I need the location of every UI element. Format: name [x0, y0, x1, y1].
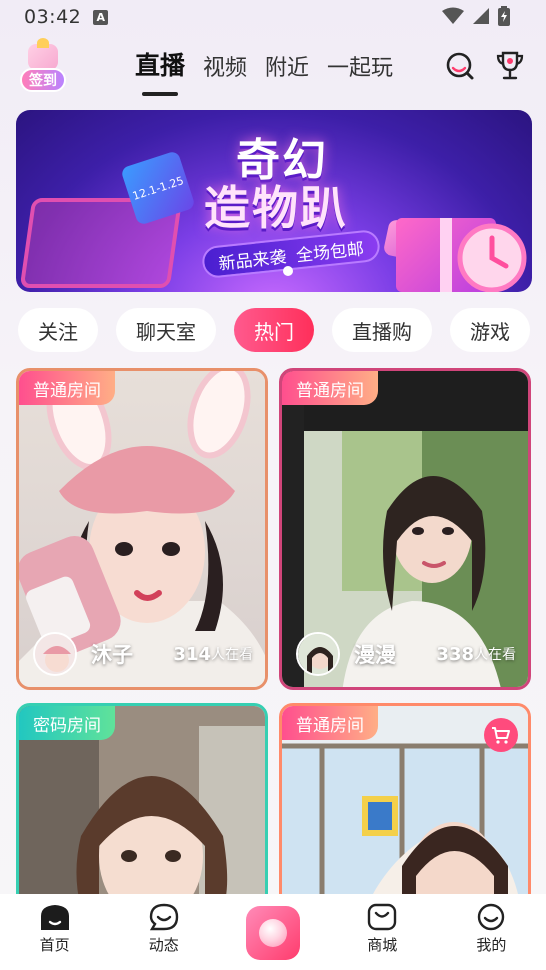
- home-icon: [40, 905, 69, 930]
- host-avatar: [33, 632, 77, 676]
- status-time: 03:42: [24, 6, 82, 28]
- tab-live[interactable]: 直播: [135, 46, 185, 82]
- nav-start-live[interactable]: [218, 894, 327, 970]
- wifi-icon: [442, 7, 464, 24]
- nav-home[interactable]: 首页: [0, 894, 109, 970]
- chip-games[interactable]: 游戏: [450, 308, 530, 352]
- chip-chatroom[interactable]: 聊天室: [116, 308, 216, 352]
- viewer-count: 314: [173, 643, 211, 665]
- nav-label: 首页: [39, 936, 70, 954]
- status-bar: 03:42 A: [0, 0, 546, 34]
- category-chips: 关注 聊天室 热门 直播购 游戏: [18, 308, 530, 352]
- host-name: 沐子: [91, 643, 133, 667]
- profile-smile-icon: [478, 903, 505, 931]
- bottom-navigation: 首页 动态 商城 我的: [0, 894, 546, 970]
- card-footer: 漫漫 338 人在看: [296, 631, 516, 677]
- banner-subtitle-right: 全场包邮: [295, 238, 365, 266]
- signin-label: 签到: [20, 68, 66, 92]
- battery-icon: [498, 6, 510, 26]
- nav-profile[interactable]: 我的: [437, 894, 546, 970]
- viewer-count-suffix: 人在看: [474, 647, 516, 663]
- viewer-count-suffix: 人在看: [211, 647, 253, 663]
- ranking-button[interactable]: [494, 50, 526, 82]
- signin-button[interactable]: 签到: [18, 38, 70, 94]
- chip-hot[interactable]: 热门: [234, 308, 314, 352]
- banner-title-line2: 造物趴: [204, 181, 348, 235]
- room-type-tag: 普通房间: [19, 371, 115, 405]
- promo-banner[interactable]: 12.1-1.25 ♥ 奇幻 造物趴 新品来袭 全场包邮: [16, 110, 532, 292]
- chip-live-shopping[interactable]: 直播购: [332, 308, 432, 352]
- tab-nearby[interactable]: 附近: [265, 50, 309, 82]
- banner-subtitle-left: 新品来袭: [217, 247, 288, 275]
- host-avatar: [296, 632, 340, 676]
- live-start-dot: [259, 919, 287, 947]
- room-type-tag: 密码房间: [19, 706, 115, 740]
- gift-icon: [28, 38, 58, 70]
- live-room-card[interactable]: 普通房间 漫漫 338 人在看: [279, 368, 531, 690]
- cart-icon: [492, 727, 510, 744]
- status-indicators: [442, 6, 510, 26]
- nav-label: 动态: [148, 936, 179, 954]
- top-tabs: 直播 视频 附近 一起玩: [135, 46, 393, 82]
- viewer-count: 338: [436, 643, 474, 665]
- clock-icon: [457, 223, 527, 292]
- signal-icon: [473, 8, 489, 24]
- live-room-card[interactable]: 普通房间 沐子 314 人在看: [16, 368, 268, 690]
- shop-bag-icon: [368, 903, 397, 931]
- nav-shop[interactable]: 商城: [328, 894, 437, 970]
- tab-video[interactable]: 视频: [203, 50, 247, 82]
- chip-follow[interactable]: 关注: [18, 308, 98, 352]
- live-start-icon: [246, 906, 300, 960]
- banner-page-indicator: [283, 266, 293, 276]
- room-type-tag: 普通房间: [282, 706, 378, 740]
- nav-moments[interactable]: 动态: [109, 894, 218, 970]
- card-footer: 沐子 314 人在看: [33, 631, 253, 677]
- header-actions: [444, 50, 526, 82]
- room-type-tag: 普通房间: [282, 371, 378, 405]
- live-room-card[interactable]: 密码房间: [16, 703, 268, 913]
- search-icon: [446, 52, 474, 80]
- nav-label: 商城: [367, 936, 398, 954]
- chat-smile-icon: [149, 903, 178, 931]
- search-button[interactable]: [444, 50, 476, 82]
- top-header: 签到 直播 视频 附近 一起玩: [0, 38, 546, 98]
- tab-play-together[interactable]: 一起玩: [327, 50, 393, 82]
- nav-label: 我的: [476, 936, 507, 954]
- notification-a-icon: A: [93, 9, 109, 25]
- host-name: 漫漫: [354, 643, 396, 667]
- live-room-card[interactable]: 普通房间: [279, 703, 531, 913]
- trophy-icon: [496, 51, 524, 80]
- shopping-cart-button[interactable]: [484, 718, 518, 752]
